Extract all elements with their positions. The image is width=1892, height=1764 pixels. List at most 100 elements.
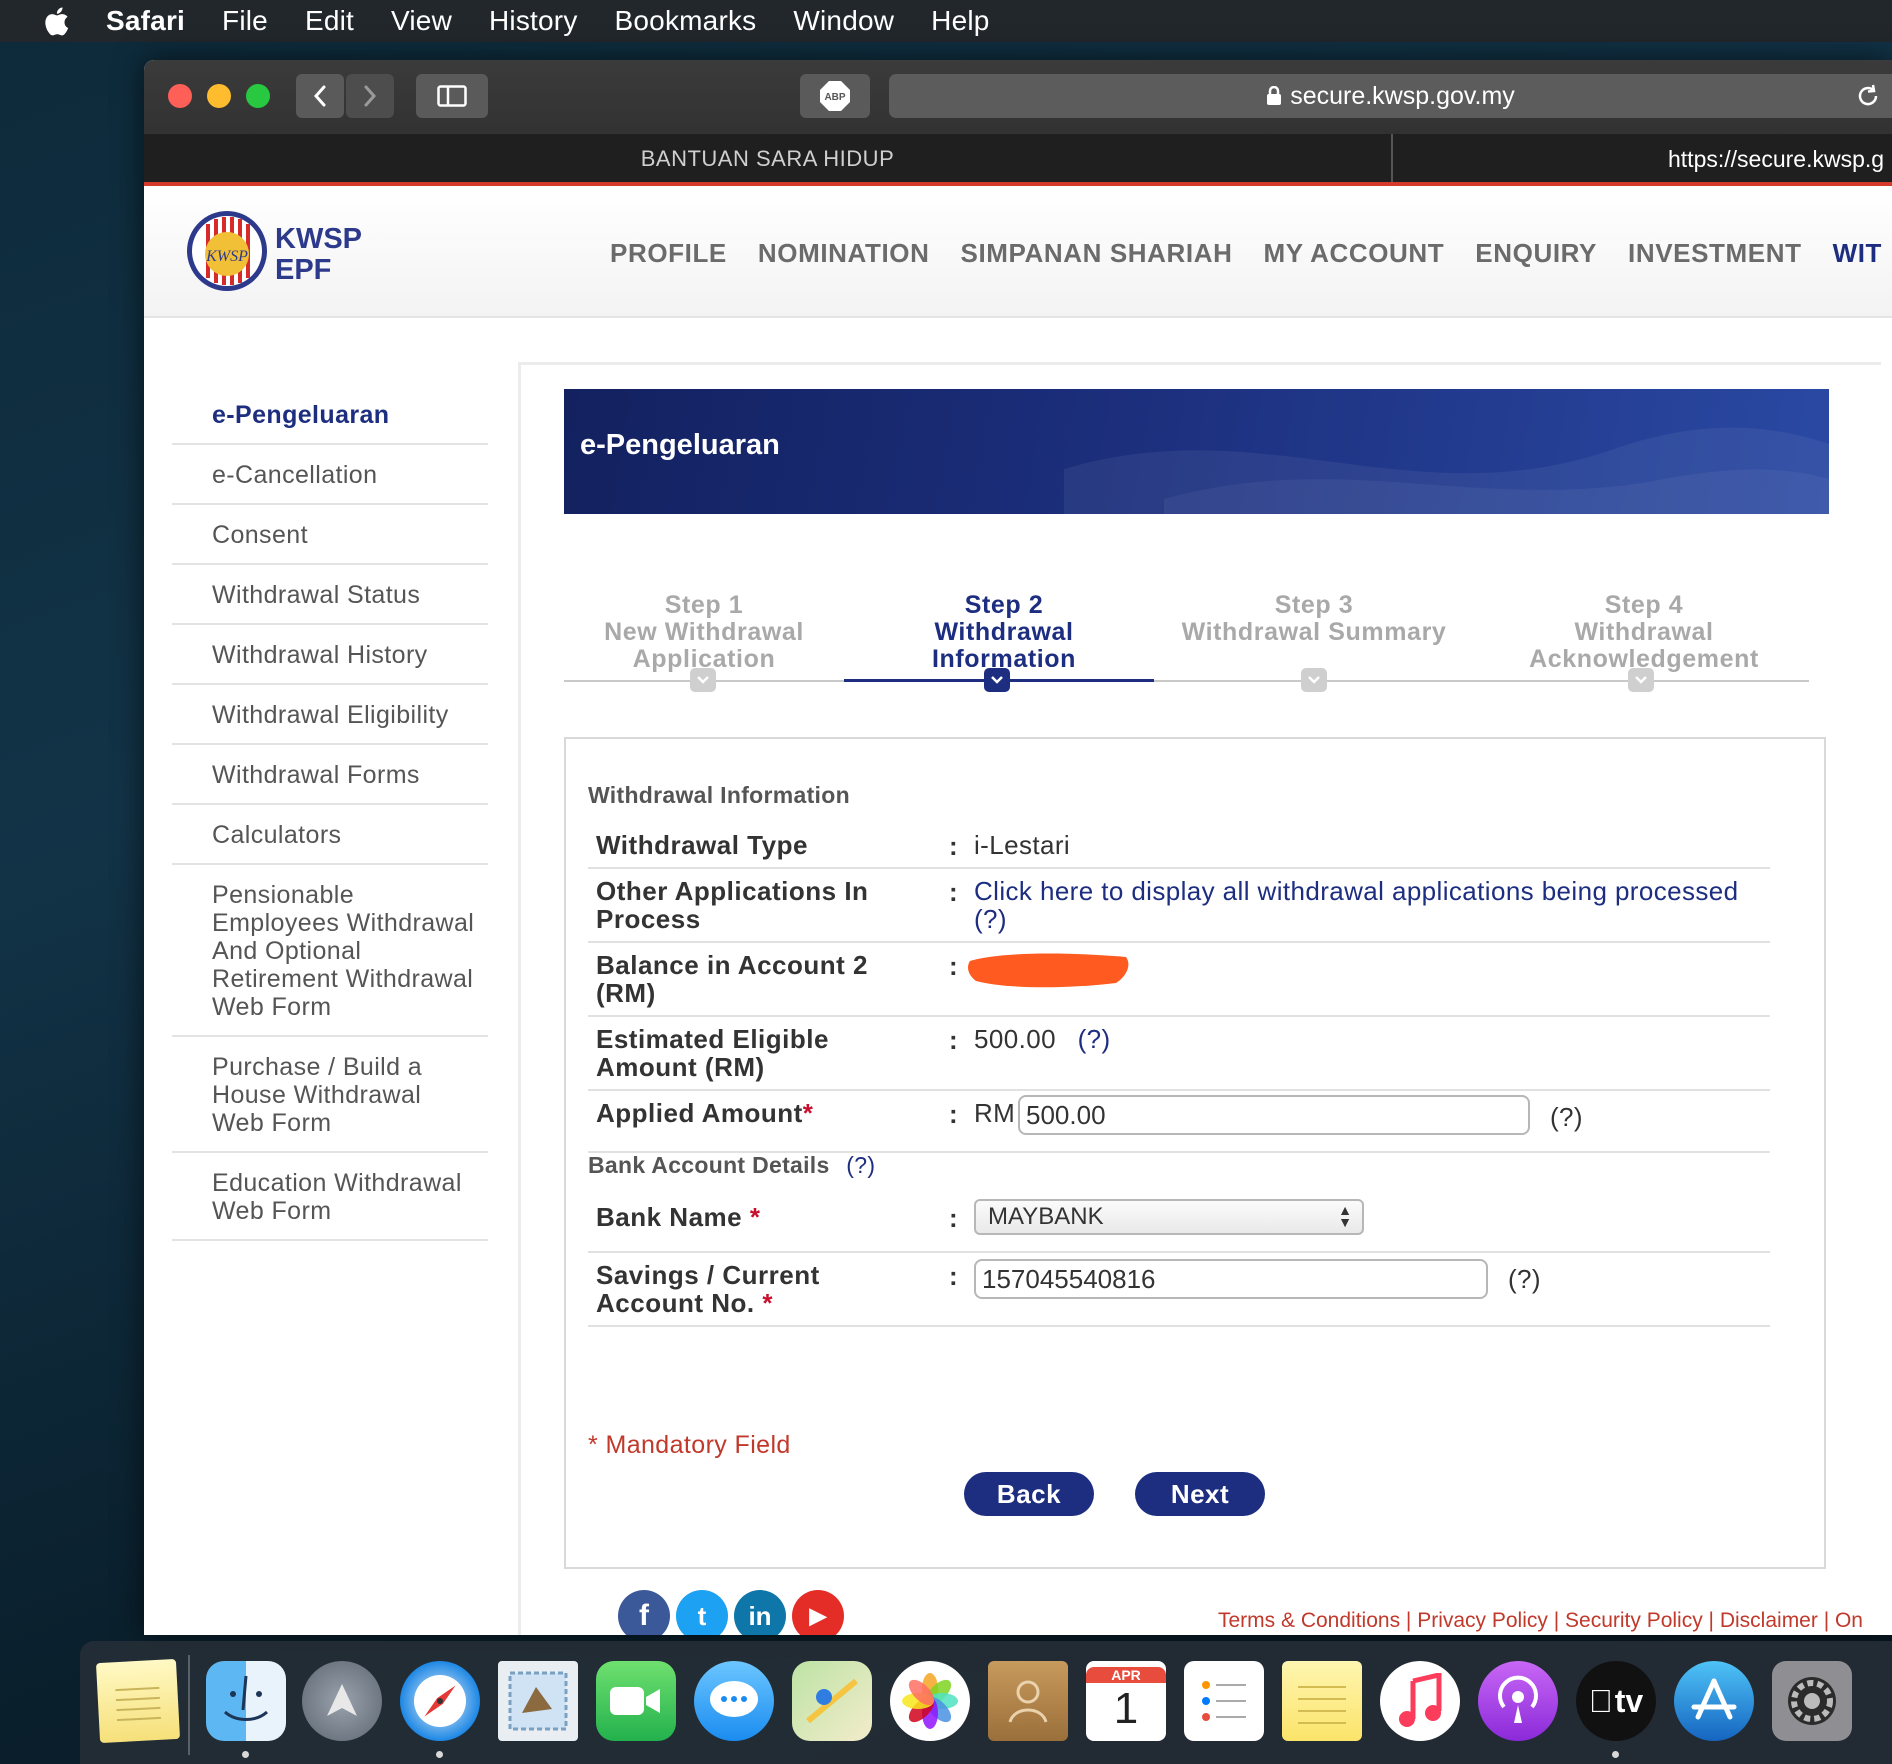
finder-icon[interactable] — [206, 1661, 286, 1741]
kwsp-logo-icon[interactable]: KWSP — [186, 210, 268, 292]
nav-enquiry[interactable]: ENQUIRY — [1475, 238, 1597, 269]
sidebar-item-house-form[interactable]: Purchase / Build a House Withdrawal Web … — [172, 1037, 488, 1153]
step-3-number: Step 3 — [1274, 591, 1354, 619]
step-3-marker-icon — [1301, 668, 1327, 692]
back-nav-button[interactable] — [296, 74, 344, 118]
maps-icon[interactable] — [792, 1661, 872, 1741]
apple-icon[interactable] — [40, 4, 70, 38]
menu-view[interactable]: View — [391, 5, 452, 37]
sidebar-item-withdrawal-history[interactable]: Withdrawal History — [172, 625, 488, 685]
help-link[interactable]: (?) — [974, 904, 1007, 934]
step-2-marker-icon — [984, 668, 1010, 692]
adblock-icon: ABP — [820, 81, 850, 111]
menu-edit[interactable]: Edit — [305, 5, 354, 37]
menu-history[interactable]: History — [489, 5, 578, 37]
music-icon[interactable] — [1380, 1661, 1460, 1741]
tab-secure-kwsp[interactable]: https://secure.kwsp.g — [1668, 134, 1884, 184]
step-4-name: Withdrawal Acknowledgement — [1529, 618, 1759, 673]
account-number-input[interactable] — [974, 1259, 1488, 1299]
app-store-icon[interactable] — [1674, 1661, 1754, 1741]
row-withdrawal-type: Withdrawal Type : i-Lestari — [588, 821, 1770, 869]
withdrawal-info-title: Withdrawal Information — [588, 782, 850, 808]
step-4-marker-icon — [1628, 668, 1654, 692]
social-links: f t in ▶ — [618, 1590, 850, 1635]
twitter-icon[interactable]: t — [676, 1590, 728, 1635]
sidebar-item-e-pengeluaran[interactable]: e-Pengeluaran — [172, 385, 488, 445]
notes-widget-icon[interactable] — [95, 1658, 181, 1744]
sidebar-item-withdrawal-eligibility[interactable]: Withdrawal Eligibility — [172, 685, 488, 745]
forward-nav-button[interactable] — [346, 74, 394, 118]
view-applications-link[interactable]: Click here to display all withdrawal app… — [974, 876, 1739, 906]
facetime-icon[interactable] — [596, 1661, 676, 1741]
row-account-number: Savings / Current Account No. * : (?) — [588, 1253, 1770, 1327]
applied-amount-input[interactable] — [1018, 1095, 1530, 1135]
help-link[interactable]: (?) — [1508, 1265, 1541, 1293]
launchpad-icon[interactable] — [302, 1661, 382, 1741]
site-header: KWSP KWSP EPF PROFILE NOMINATION SIMPANA… — [144, 186, 1892, 318]
help-link[interactable]: (?) — [1078, 1024, 1111, 1054]
youtube-icon[interactable]: ▶ — [792, 1590, 844, 1635]
next-button[interactable]: Next — [1135, 1472, 1265, 1516]
calendar-icon[interactable]: APR 1 — [1086, 1661, 1166, 1741]
sidebar-icon — [437, 85, 467, 107]
kwsp-logo-text[interactable]: KWSP EPF — [275, 224, 362, 286]
nav-my-account[interactable]: MY ACCOUNT — [1264, 238, 1445, 269]
close-window-button[interactable] — [168, 84, 192, 108]
estimated-amount-label: Estimated Eligible Amount (RM) — [596, 1024, 829, 1082]
podcasts-icon[interactable] — [1478, 1661, 1558, 1741]
tab-title: BANTUAN SARA HIDUP — [640, 146, 895, 171]
dock: APR 1 tv — [80, 1641, 1892, 1764]
step-1-number: Step 1 — [664, 591, 744, 619]
balance-label: Balance in Account 2 (RM) — [596, 950, 868, 1008]
tab-bantuan-sara-hidup[interactable]: BANTUAN SARA HIDUP — [144, 134, 1391, 184]
menu-safari[interactable]: Safari — [106, 5, 185, 37]
sidebar-item-consent[interactable]: Consent — [172, 505, 488, 565]
help-link[interactable]: (?) — [846, 1152, 875, 1178]
nav-nomination[interactable]: NOMINATION — [758, 238, 930, 269]
svg-text:ABP: ABP — [824, 92, 845, 103]
nav-withdrawal[interactable]: WIT — [1833, 238, 1882, 269]
sidebar-item-withdrawal-forms[interactable]: Withdrawal Forms — [172, 745, 488, 805]
notes-icon[interactable] — [1282, 1661, 1362, 1741]
row-estimated-amount: Estimated Eligible Amount (RM) : 500.00 … — [588, 1017, 1770, 1091]
main-nav: PROFILE NOMINATION SIMPANAN SHARIAH MY A… — [610, 238, 1892, 269]
menu-window[interactable]: Window — [793, 5, 894, 37]
contacts-icon[interactable] — [988, 1661, 1068, 1741]
reload-icon[interactable] — [1854, 82, 1882, 110]
address-bar[interactable]: secure.kwsp.gov.my — [889, 74, 1892, 118]
help-link[interactable]: (?) — [1550, 1103, 1583, 1131]
svg-text:KWSP: KWSP — [205, 248, 248, 265]
sidebar-item-pensionable-form[interactable]: Pensionable Employees Withdrawal And Opt… — [172, 865, 488, 1037]
logo-kwsp: KWSP — [275, 223, 362, 255]
sidebar-toggle-button[interactable] — [416, 74, 488, 118]
apple-tv-icon[interactable]: tv — [1576, 1661, 1656, 1741]
menu-bookmarks[interactable]: Bookmarks — [615, 5, 757, 37]
colon: : — [949, 951, 958, 981]
sidebar-item-education-form[interactable]: Education Withdrawal Web Form — [172, 1153, 488, 1241]
minimize-window-button[interactable] — [207, 84, 231, 108]
menu-bar: Safari File Edit View History Bookmarks … — [0, 0, 1892, 42]
facebook-icon[interactable]: f — [618, 1590, 670, 1635]
system-preferences-icon[interactable] — [1772, 1661, 1852, 1741]
zoom-window-button[interactable] — [246, 84, 270, 108]
nav-simpanan-shariah[interactable]: SIMPANAN SHARIAH — [961, 238, 1233, 269]
sidebar-item-calculators[interactable]: Calculators — [172, 805, 488, 865]
tv-running-dot — [1612, 1751, 1619, 1758]
nav-profile[interactable]: PROFILE — [610, 238, 727, 269]
menu-file[interactable]: File — [222, 5, 268, 37]
menu-help[interactable]: Help — [931, 5, 989, 37]
back-button[interactable]: Back — [964, 1472, 1094, 1516]
safari-icon[interactable] — [400, 1661, 480, 1741]
mail-icon[interactable] — [498, 1661, 578, 1741]
footer-links[interactable]: Terms & Conditions | Privacy Policy | Se… — [1218, 1609, 1863, 1633]
sidebar-item-e-cancellation[interactable]: e-Cancellation — [172, 445, 488, 505]
nav-investment[interactable]: INVESTMENT — [1628, 238, 1802, 269]
sidebar-item-withdrawal-status[interactable]: Withdrawal Status — [172, 565, 488, 625]
adblock-button[interactable]: ABP — [800, 74, 870, 118]
reminders-icon[interactable] — [1184, 1661, 1264, 1741]
linkedin-icon[interactable]: in — [734, 1590, 786, 1635]
bank-name-select[interactable]: MAYBANK ▲ ▼ — [974, 1199, 1364, 1235]
photos-icon[interactable] — [890, 1661, 970, 1741]
messages-icon[interactable] — [694, 1661, 774, 1741]
colon: : — [949, 1203, 958, 1233]
